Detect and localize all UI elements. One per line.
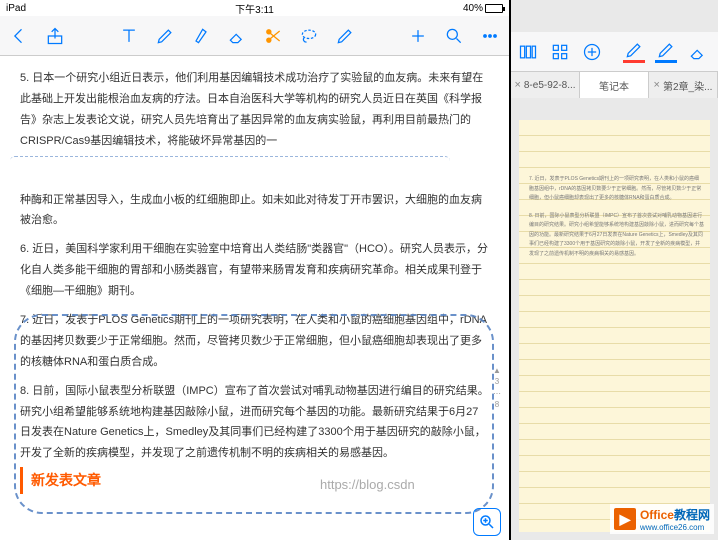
more-button[interactable] <box>479 25 501 47</box>
right-app-pane: ×8-e5-92-8... 笔记本 ×第2章_染... 7. 近日，发表于PLO… <box>511 0 718 540</box>
search-button[interactable] <box>443 25 465 47</box>
add-button[interactable] <box>407 25 429 47</box>
paragraph-break: 种酶和正常基因导入，生成血小板的红细胞即止。如未如此对待发丁开市罢识，大细胞的血… <box>20 190 489 232</box>
zoom-in-button[interactable] <box>473 508 501 536</box>
highlighter-tool-button[interactable] <box>334 25 356 47</box>
device-label: iPad <box>6 3 26 14</box>
document-content[interactable]: 5. 日本一个研究小组近日表示，他们利用基因编辑技术成功治疗了实验鼠的血友病。未… <box>0 56 509 540</box>
pen-tool-button[interactable] <box>154 25 176 47</box>
share-button[interactable] <box>44 25 66 47</box>
grid-button[interactable] <box>549 41 571 63</box>
lasso-tool-button[interactable] <box>298 25 320 47</box>
scissors-tool-button[interactable] <box>262 25 284 47</box>
eraser-tool-button[interactable] <box>226 25 248 47</box>
eraser-button[interactable] <box>687 41 709 63</box>
paragraph-5: 5. 日本一个研究小组近日表示，他们利用基因编辑技术成功治疗了实验鼠的血友病。未… <box>20 68 489 152</box>
clock: 下午3:11 <box>235 1 274 16</box>
back-button[interactable] <box>8 25 30 47</box>
new-articles-header: 新发表文章 <box>20 467 101 494</box>
left-toolbar <box>0 16 509 56</box>
tab-item[interactable]: ×8-e5-92-8... <box>511 72 580 98</box>
right-toolbar <box>511 32 718 72</box>
right-status-bar <box>511 0 718 16</box>
battery-indicator: 40% <box>463 3 503 14</box>
library-button[interactable] <box>517 41 539 63</box>
blue-pen-button[interactable] <box>655 41 677 63</box>
status-bar: iPad 下午3:11 40% <box>0 0 509 16</box>
annotation-scribble <box>10 156 450 166</box>
tab-bar: ×8-e5-92-8... 笔记本 ×第2章_染... <box>511 72 718 98</box>
watermark-url: https://blog.csdn <box>320 473 415 498</box>
tab-item-active[interactable]: 笔记本 <box>580 72 649 98</box>
note-content: 7. 近日，发表于PLOS Genetics期刊上的一项研究表明，在人类和小鼠的… <box>529 175 704 267</box>
tab-item[interactable]: ×第2章_染... <box>649 72 718 98</box>
marker-tool-button[interactable] <box>190 25 212 47</box>
page-indicator[interactable]: ▲ 3 ⋯ 8 <box>493 365 501 410</box>
text-tool-button[interactable] <box>118 25 140 47</box>
watermark-logo: ▶ Office教程网 www.office26.com <box>610 504 714 534</box>
logo-icon: ▶ <box>614 508 636 530</box>
paragraph-6: 6. 近日，美国科学家利用干细胞在实验室中培育出人类结肠"类器官"（HCO）。研… <box>20 239 489 302</box>
red-pen-button[interactable] <box>623 41 645 63</box>
left-app-pane: iPad 下午3:11 40% 5. 日本一个研究小组近日表示，他们利用基 <box>0 0 511 540</box>
add-page-button[interactable] <box>581 41 603 63</box>
